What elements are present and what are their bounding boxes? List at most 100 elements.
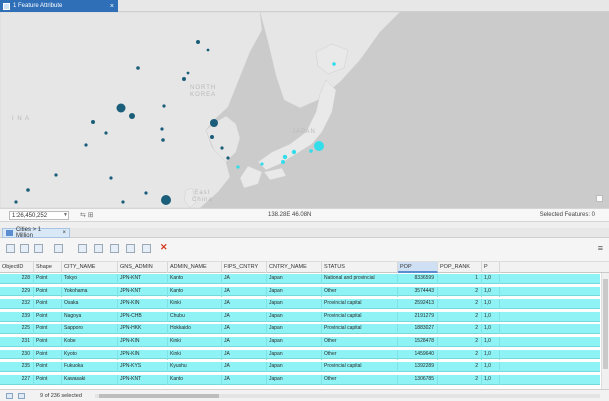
table-cell[interactable]: 3574443 [398,286,438,297]
table-cell[interactable]: 231 [0,337,34,347]
table-cell[interactable]: 239 [0,311,34,322]
column-header-sorted[interactable]: POP [398,262,438,273]
selected-features-count[interactable]: Selected Features: 0 [540,212,595,218]
table-cell[interactable]: Fukuoka [62,362,118,373]
table-cell[interactable]: Provincial capital [322,324,398,335]
selection-menu-icon[interactable] [54,244,63,253]
table-row[interactable]: 230 Point Kyoto JPN-KIN Kinki JA Japan Other 145… [0,349,600,360]
table-cell[interactable]: Kinki [168,337,222,347]
table-cell[interactable]: Japan [267,324,322,335]
calculate-field-icon[interactable] [20,244,29,253]
column-header[interactable]: CNTRY_NAME [267,262,322,273]
table-row[interactable]: 235 Point Fukuoka JPN-KYS Kyushu JA Japan Provi… [0,362,600,373]
table-cell[interactable]: JPN-KNT [118,286,168,297]
table-cell[interactable]: 2 [438,349,482,360]
vertical-scrollbar[interactable] [601,273,609,389]
table-cell[interactable]: Kyushu [168,362,222,373]
table-cell[interactable]: Other [322,286,398,297]
table-cell[interactable]: Yokohama [62,286,118,297]
chevron-down-icon[interactable]: ▼ [63,212,68,218]
table-cell[interactable]: 1 [438,274,482,284]
zoom-to-selection-icon[interactable] [94,244,103,253]
table-cell[interactable]: Other [322,337,398,347]
table-cell[interactable]: Kobe [62,337,118,347]
table-cell[interactable]: Japan [267,337,322,347]
table-cell[interactable]: 1459640 [398,349,438,360]
table-cell[interactable]: 227 [0,374,34,385]
close-icon[interactable]: × [110,3,114,10]
table-cell[interactable]: 2 [438,337,482,347]
table-cell[interactable]: Other [322,349,398,360]
table-cell[interactable]: Japan [267,274,322,284]
table-cell[interactable]: Point [34,324,62,335]
add-field-icon[interactable] [6,244,15,253]
table-row[interactable]: 225 Point Sapporo JPN-HKK Hokkaido JA Japan Pro… [0,324,600,335]
table-cell[interactable]: 235 [0,362,34,373]
table-cell[interactable]: JPN-KIN [118,337,168,347]
table-cell[interactable]: JPN-HKK [118,324,168,335]
table-cell[interactable]: Japan [267,362,322,373]
table-cell[interactable]: 230 [0,349,34,360]
table-cell[interactable]: 228 [0,274,34,284]
table-cell[interactable]: 1,0 [482,337,500,347]
table-cell[interactable]: 2 [438,286,482,297]
table-cell[interactable]: Point [34,274,62,284]
field-view-icon[interactable] [34,244,43,253]
table-cell[interactable]: 2 [438,374,482,385]
table-cell[interactable]: 1,0 [482,374,500,385]
table-cell[interactable]: JA [222,286,267,297]
horizontal-scrollbar[interactable] [95,394,600,398]
table-cell[interactable]: Osaka [62,299,118,310]
table-cell[interactable]: 1,0 [482,274,500,284]
table-cell[interactable]: 229 [0,286,34,297]
table-cell[interactable]: Chubu [168,311,222,322]
table-cell[interactable]: Japan [267,349,322,360]
table-row[interactable]: 231 Point Kobe JPN-KIN Kinki JA Japan Other 1528… [0,337,600,347]
table-cell[interactable]: JA [222,374,267,385]
table-cell[interactable]: Point [34,299,62,310]
table-cell[interactable]: Kanto [168,274,222,284]
map-tab[interactable]: 1 Feature Attribute × [0,0,118,12]
column-header[interactable]: POP_RANK [438,262,482,273]
table-cell[interactable]: 1392289 [398,362,438,373]
select-by-attributes-icon[interactable] [78,244,87,253]
table-cell[interactable]: JA [222,349,267,360]
map-overview-button[interactable] [596,195,603,202]
table-cell[interactable]: Point [34,286,62,297]
table-cell[interactable]: Nagoya [62,311,118,322]
table-cell[interactable]: National and provincial [322,274,398,284]
column-header[interactable]: Shape [34,262,62,273]
table-cell[interactable]: Tokyo [62,274,118,284]
table-cell[interactable]: Point [34,337,62,347]
table-cell[interactable]: Provincial capital [322,311,398,322]
table-row[interactable]: 232 Point Osaka JPN-KIN Kinki JA Japan Provinci… [0,299,600,310]
table-cell[interactable]: 1,0 [482,362,500,373]
column-header[interactable]: P [482,262,500,273]
map-view[interactable]: I N A NORTH KOREA JAPAN East China [0,12,609,208]
show-selected-records-icon[interactable] [18,393,25,399]
table-cell[interactable]: Other [322,374,398,385]
column-header[interactable]: FIPS_CNTRY [222,262,267,273]
table-cell[interactable]: JA [222,362,267,373]
table-cell[interactable]: 1,0 [482,311,500,322]
table-cell[interactable]: JA [222,324,267,335]
column-header[interactable]: CITY_NAME [62,262,118,273]
table-cell[interactable]: JPN-KIN [118,349,168,360]
copy-selection-icon[interactable] [142,244,151,253]
table-cell[interactable]: Kyoto [62,349,118,360]
table-cell[interactable]: 1,0 [482,324,500,335]
table-cell[interactable]: 1,0 [482,286,500,297]
table-cell[interactable]: Japan [267,286,322,297]
column-header[interactable]: ObjectID [0,262,34,273]
table-cell[interactable]: 2 [438,311,482,322]
table-cell[interactable]: Japan [267,299,322,310]
table-cell[interactable]: Point [34,362,62,373]
clear-selection-icon[interactable] [126,244,135,253]
table-cell[interactable]: Kanto [168,286,222,297]
table-cell[interactable]: 232 [0,299,34,310]
table-cell[interactable]: JA [222,337,267,347]
table-cell[interactable]: 2 [438,299,482,310]
table-cell[interactable]: Point [34,374,62,385]
table-cell[interactable]: Kinki [168,349,222,360]
table-cell[interactable]: Provincial capital [322,362,398,373]
